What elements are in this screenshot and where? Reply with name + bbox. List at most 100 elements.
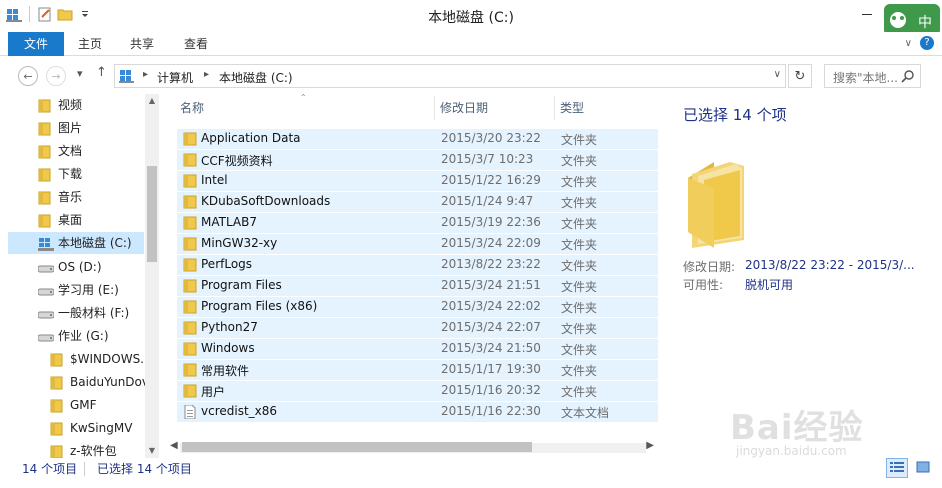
file-row[interactable]: MATLAB7 2015/3/19 22:36 文件夹 <box>177 212 658 233</box>
sidebar-item[interactable]: 学习用 (E:) <box>0 279 150 301</box>
column-header-type[interactable]: 类型 <box>560 94 584 122</box>
folder-icon <box>50 352 64 367</box>
sidebar-item[interactable]: OS (D:) <box>0 256 150 278</box>
file-date: 2015/3/24 22:09 <box>441 236 541 250</box>
file-name: vcredist_x86 <box>201 404 278 418</box>
horizontal-scrollbar[interactable]: ◀ ▶ <box>170 440 658 456</box>
file-name: Intel <box>201 173 228 187</box>
search-icon[interactable] <box>901 69 915 83</box>
minimize-button[interactable] <box>852 0 882 28</box>
large-icons-view-icon <box>916 461 930 476</box>
scroll-thumb[interactable] <box>147 166 157 262</box>
sidebar-item[interactable]: 桌面 <box>0 209 150 231</box>
sidebar-item-label: GMF <box>70 398 97 412</box>
file-date: 2015/1/22 16:29 <box>441 173 541 187</box>
folder-icon <box>50 444 64 458</box>
file-row[interactable]: KDubaSoftDownloads 2015/1/24 9:47 文件夹 <box>177 191 658 212</box>
sidebar-item[interactable]: BaiduYunDov <box>0 371 150 393</box>
breadcrumb-computer[interactable]: 计算机 <box>157 69 193 86</box>
column-header-date[interactable]: 修改日期 <box>440 94 488 122</box>
recent-locations-dropdown[interactable]: ▾ <box>77 67 83 80</box>
refresh-button[interactable]: ↻ <box>788 64 812 88</box>
ribbon-tabs: 文件 主页 共享 查看 ∨ ? <box>0 32 942 56</box>
folder-icon <box>50 398 64 413</box>
file-row[interactable]: Python27 2015/3/24 22:07 文件夹 <box>177 317 658 338</box>
search-placeholder: 搜索"本地... <box>833 71 898 85</box>
folder-icon <box>183 195 197 209</box>
sidebar-item[interactable]: 视频 <box>0 94 150 116</box>
availability-value[interactable]: 脱机可用 <box>745 276 793 293</box>
file-row[interactable]: MinGW32-xy 2015/3/24 22:09 文件夹 <box>177 233 658 254</box>
file-row[interactable]: CCF视频资料 2015/3/7 10:23 文件夹 <box>177 149 658 170</box>
up-arrow-icon: ↑ <box>96 65 107 80</box>
column-divider[interactable] <box>554 96 555 120</box>
back-arrow-icon: ← <box>23 69 33 83</box>
file-name: Windows <box>201 341 255 355</box>
drive-icon <box>37 283 55 297</box>
folder-icon <box>183 174 197 188</box>
sidebar-item[interactable]: 作业 (G:) <box>0 325 150 347</box>
item-count: 14 个项目 <box>22 462 78 476</box>
large-icons-view-button[interactable] <box>912 458 934 478</box>
sidebar-item[interactable]: GMF <box>0 394 150 416</box>
file-date: 2015/3/24 22:07 <box>441 320 541 334</box>
window-controls <box>852 0 882 28</box>
tab-share[interactable]: 共享 <box>120 32 164 56</box>
sidebar-item-label: 学习用 (E:) <box>58 283 119 297</box>
sidebar-item[interactable]: 文档 <box>0 140 150 162</box>
forward-button[interactable]: → <box>46 66 66 86</box>
up-button[interactable]: ↑ <box>96 65 107 80</box>
help-icon[interactable]: ? <box>920 36 934 50</box>
back-button[interactable]: ← <box>18 66 38 86</box>
pictures-folder-icon <box>38 121 52 136</box>
file-row[interactable]: Intel 2015/1/22 16:29 文件夹 <box>177 170 658 191</box>
details-view-button[interactable] <box>886 458 908 478</box>
downloads-folder-icon <box>38 167 52 182</box>
scroll-thumb[interactable] <box>182 442 532 452</box>
address-dropdown-icon[interactable]: ∨ <box>774 69 781 80</box>
file-name: PerfLogs <box>201 257 253 271</box>
file-row[interactable]: Application Data 2015/3/20 23:22 文件夹 <box>177 128 658 149</box>
file-row[interactable]: Program Files (x86) 2015/3/24 22:02 文件夹 <box>177 296 658 317</box>
breadcrumb-chevron-icon[interactable]: ▸ <box>204 69 209 80</box>
sidebar-item[interactable]: KwSingMV <box>0 417 150 439</box>
sidebar-item-label: 一般材料 (F:) <box>58 306 130 320</box>
file-row[interactable]: PerfLogs 2013/8/22 23:22 文件夹 <box>177 254 658 275</box>
address-bar[interactable]: ▸ 计算机 ▸ 本地磁盘 (C:) ∨ <box>114 64 786 88</box>
folder-icon <box>183 300 197 314</box>
file-date: 2015/3/24 21:50 <box>441 341 541 355</box>
breadcrumb-local-disk[interactable]: 本地磁盘 (C:) <box>219 69 293 86</box>
navigation-scrollbar[interactable]: ▲ ▼ <box>145 94 159 458</box>
file-row[interactable]: 常用软件 2015/1/17 19:30 文件夹 <box>177 359 658 380</box>
scroll-left-icon[interactable]: ◀ <box>170 440 178 451</box>
sidebar-item[interactable]: 本地磁盘 (C:) <box>8 232 144 254</box>
file-type: 文件夹 <box>561 322 598 336</box>
file-date: 2015/3/24 22:02 <box>441 299 541 313</box>
tab-file[interactable]: 文件 <box>8 32 64 56</box>
text-document-icon <box>183 404 197 420</box>
breadcrumb-chevron-icon[interactable]: ▸ <box>143 69 148 80</box>
ribbon-expand-icon[interactable]: ∨ <box>905 38 912 49</box>
sidebar-item[interactable]: 下载 <box>0 163 150 185</box>
sidebar-item[interactable]: 一般材料 (F:) <box>0 302 150 324</box>
tab-home[interactable]: 主页 <box>68 32 112 56</box>
column-header-name[interactable]: 名称 <box>180 94 204 122</box>
sidebar-item[interactable]: z-软件包 <box>0 440 150 458</box>
folder-icon <box>183 153 197 167</box>
scroll-down-icon[interactable]: ▼ <box>145 444 159 458</box>
sidebar-item[interactable]: $WINDOWS. <box>0 348 150 370</box>
search-input[interactable]: 搜索"本地... <box>824 64 921 88</box>
scroll-up-icon[interactable]: ▲ <box>145 94 159 108</box>
file-row[interactable]: Program Files 2015/3/24 21:51 文件夹 <box>177 275 658 296</box>
modified-value: 2013/8/22 23:22 - 2015/3/... <box>745 258 915 272</box>
file-row[interactable]: vcredist_x86 2015/1/16 22:30 文本文档 <box>177 401 658 422</box>
watermark-brand: Bai经验 <box>730 408 864 448</box>
sidebar-item[interactable]: 音乐 <box>0 186 150 208</box>
tab-view[interactable]: 查看 <box>174 32 218 56</box>
sidebar-item[interactable]: 图片 <box>0 117 150 139</box>
scroll-right-icon[interactable]: ▶ <box>646 440 654 451</box>
sidebar-item-label: BaiduYunDov <box>70 375 149 389</box>
column-divider[interactable] <box>434 96 435 120</box>
file-row[interactable]: 用户 2015/1/16 20:32 文件夹 <box>177 380 658 401</box>
file-row[interactable]: Windows 2015/3/24 21:50 文件夹 <box>177 338 658 359</box>
